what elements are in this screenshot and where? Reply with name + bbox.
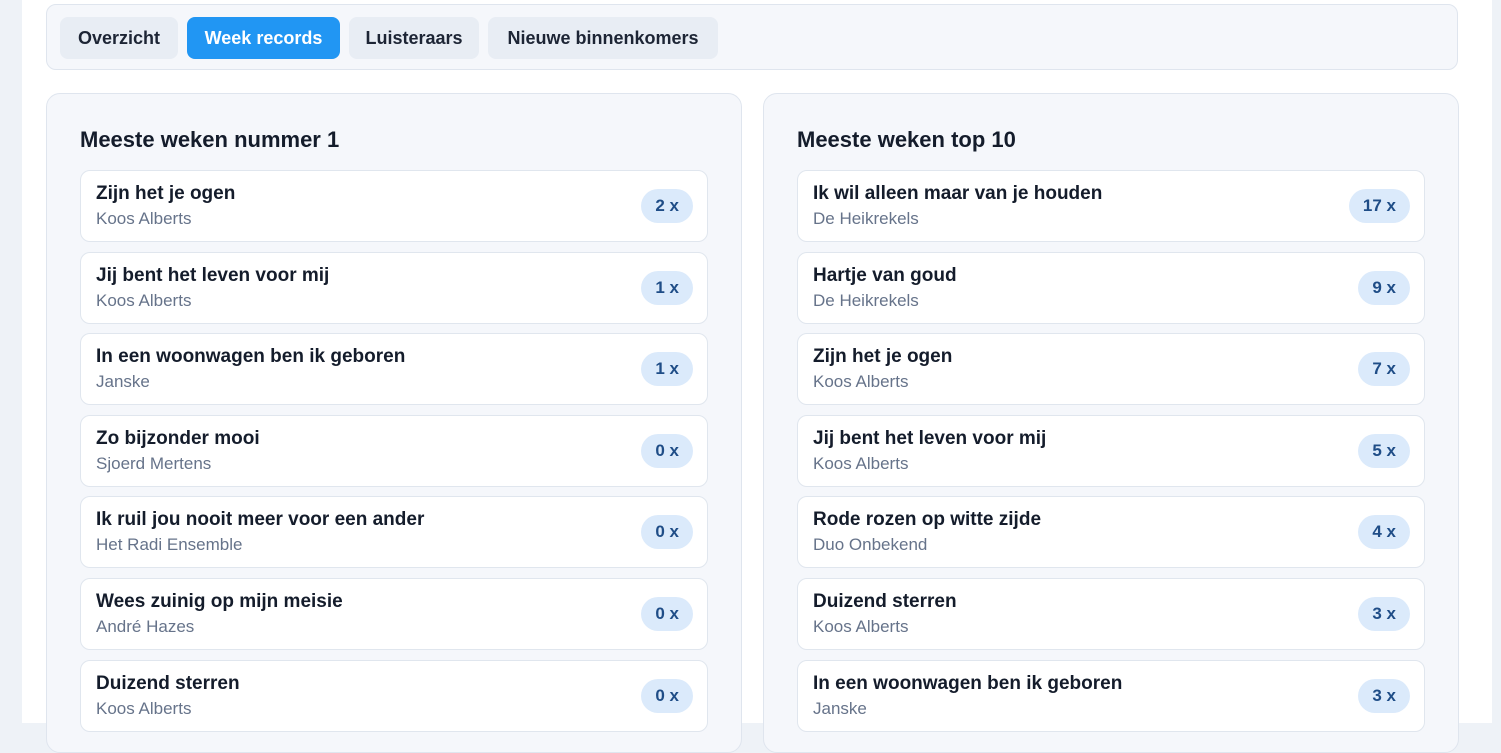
song-artist: De Heikrekels xyxy=(813,290,919,310)
song-artist: Janske xyxy=(96,372,150,392)
song-title: Duizend sterren xyxy=(96,672,240,694)
song-artist: Duo Onbekend xyxy=(813,535,928,555)
list-item[interactable]: In een woonwagen ben ik geboren Janske 1 x xyxy=(80,333,708,406)
list-item[interactable]: Duizend sterren Koos Alberts 0 x xyxy=(80,659,708,732)
panel-most-weeks-number-one: Meeste weken nummer 1 Zijn het je ogen Ko… xyxy=(46,93,742,753)
song-artist: Koos Alberts xyxy=(813,616,909,636)
week-count-badge: 7 x xyxy=(1358,352,1410,387)
song-title: Zijn het je ogen xyxy=(813,346,953,368)
song-artist: Koos Alberts xyxy=(813,453,909,473)
tab-overzicht[interactable]: Overzicht xyxy=(60,17,178,59)
song-artist: Sjoerd Mertens xyxy=(96,453,212,473)
tab-week-records[interactable]: Week records xyxy=(187,17,340,59)
song-title: Zo bijzonder mooi xyxy=(96,427,260,449)
list-item[interactable]: Zo bijzonder mooi Sjoerd Mertens 0 x xyxy=(80,414,708,487)
week-count-badge: 3 x xyxy=(1358,678,1410,713)
ranking-list: Zijn het je ogen Koos Alberts 2 x Jij bent … xyxy=(80,170,708,741)
week-count-badge: 0 x xyxy=(641,515,693,550)
list-item[interactable]: In een woonwagen ben ik geboren Janske 3 x xyxy=(797,659,1425,732)
song-title: In een woonwagen ben ik geboren xyxy=(96,346,406,368)
list-item[interactable]: Hartje van goud De Heikrekels 9 x xyxy=(797,251,1425,324)
song-title: Wees zuinig op mijn meisie xyxy=(96,590,343,612)
tab-luisteraars[interactable]: Luisteraars xyxy=(349,17,479,59)
week-count-badge: 5 x xyxy=(1358,433,1410,468)
list-item[interactable]: Wees zuinig op mijn meisie André Hazes 0 x xyxy=(80,577,708,650)
song-title: Rode rozen op witte zijde xyxy=(813,509,1042,531)
song-title: Hartje van goud xyxy=(813,264,957,286)
song-artist: Het Radi Ensemble xyxy=(96,535,243,555)
list-item[interactable]: Duizend sterren Koos Alberts 3 x xyxy=(797,577,1425,650)
week-count-badge: 0 x xyxy=(641,596,693,631)
panel-title: Meeste weken nummer 1 xyxy=(80,127,340,152)
song-artist: Koos Alberts xyxy=(96,209,192,228)
song-artist: Koos Alberts xyxy=(96,698,192,718)
song-title: Jij bent het leven voor mij xyxy=(813,427,1047,449)
list-item[interactable]: Rode rozen op witte zijde Duo Onbekend 4 x xyxy=(797,496,1425,569)
tab-nieuwe-binnenkomers[interactable]: Nieuwe binnenkomers xyxy=(488,17,718,59)
song-title: Jij bent het leven voor mij xyxy=(96,264,330,286)
week-count-badge: 4 x xyxy=(1358,515,1410,550)
song-title: Zijn het je ogen xyxy=(96,183,236,204)
list-item[interactable]: Jij bent het leven voor mij Koos Alberts 5… xyxy=(797,414,1425,487)
song-artist: Koos Alberts xyxy=(813,372,909,392)
list-item[interactable]: Zijn het je ogen Koos Alberts 7 x xyxy=(797,333,1425,406)
list-item[interactable]: Ik ruil jou nooit meer voor een ander Het… xyxy=(80,496,708,569)
panel-title: Meeste weken top 10 xyxy=(797,127,1016,152)
tab-bar: Overzicht Week records Luisteraars Nieuw… xyxy=(46,4,1458,70)
page: Overzicht Week records Luisteraars Nieuw… xyxy=(22,0,1492,753)
list-item[interactable]: Ik wil alleen maar van je houden De Heikr… xyxy=(797,170,1425,242)
song-title: Ik wil alleen maar van je houden xyxy=(813,183,1103,204)
ranking-list: Ik wil alleen maar van je houden De Heikr… xyxy=(797,170,1425,741)
week-count-badge: 0 x xyxy=(641,433,693,468)
week-count-badge: 0 x xyxy=(641,678,693,713)
song-artist: Koos Alberts xyxy=(96,290,192,310)
week-count-badge: 3 x xyxy=(1358,596,1410,631)
week-count-badge: 9 x xyxy=(1358,270,1410,305)
week-count-badge: 1 x xyxy=(641,352,693,387)
song-artist: Janske xyxy=(813,698,867,718)
week-count-badge: 17 x xyxy=(1348,189,1410,223)
panel-most-weeks-top-10: Meeste weken top 10 Ik wil alleen maar v… xyxy=(763,93,1459,753)
song-artist: De Heikrekels xyxy=(813,209,919,228)
list-item[interactable]: Jij bent het leven voor mij Koos Alberts 1… xyxy=(80,251,708,324)
song-title: Duizend sterren xyxy=(813,590,957,612)
week-count-badge: 1 x xyxy=(641,270,693,305)
song-title: Ik ruil jou nooit meer voor een ander xyxy=(96,509,425,531)
list-item[interactable]: Zijn het je ogen Koos Alberts 2 x xyxy=(80,170,708,242)
song-title: In een woonwagen ben ik geboren xyxy=(813,672,1123,694)
week-count-badge: 2 x xyxy=(641,189,693,223)
song-artist: André Hazes xyxy=(96,616,195,636)
